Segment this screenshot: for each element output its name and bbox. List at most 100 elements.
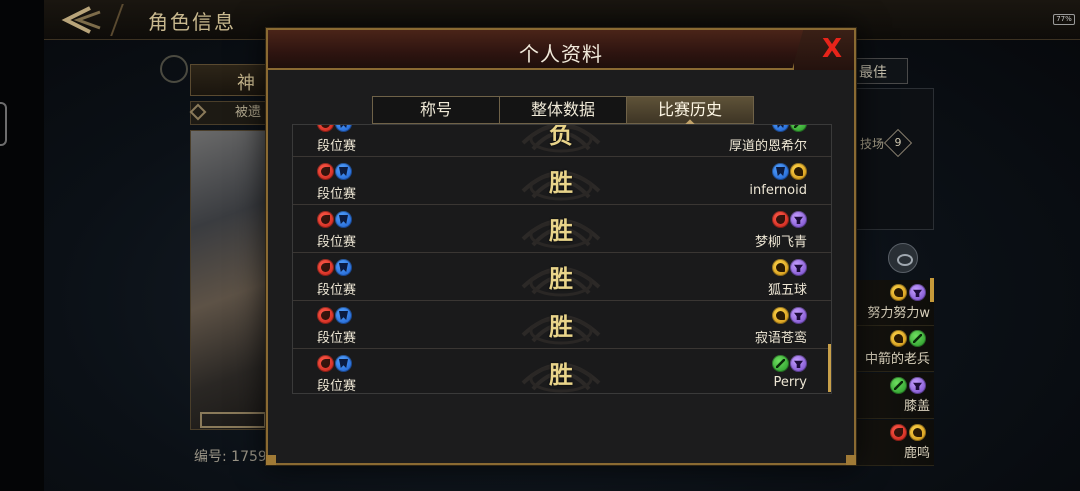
match-row[interactable]: 段位赛 胜 Perry [293,349,831,394]
blue-class-icon [335,355,352,372]
close-button[interactable]: X [792,30,854,70]
red-class-icon [317,307,334,324]
opponent-name: 狐五球 [767,283,807,298]
player-class-icons [317,125,352,132]
opponent-class-icons [772,355,807,372]
blue-class-icon [772,163,789,180]
eye-icon[interactable] [888,243,918,273]
arena-rank: 9 [894,136,902,149]
arena-label: 技场 [860,137,885,151]
blue-class-icon [335,259,352,276]
match-result: 胜 [549,360,573,389]
player-class-icons [317,163,352,180]
match-history-list[interactable]: 段位赛 负 厚道的恩希尔 段位赛 胜 infernoid 段位赛 胜 梦柳飞青 … [292,124,832,394]
friend-name: 努力努力w [867,306,930,321]
scrollbar[interactable] [828,344,831,392]
tab-title[interactable]: 称号 [373,97,500,123]
battery-indicator: 77% [1053,14,1075,25]
tab-match-history[interactable]: 比赛历史 [627,97,753,123]
green-class-icon [909,330,926,347]
blue-class-icon [335,125,352,132]
blue-class-icon [335,211,352,228]
friend-list-item[interactable]: 中箭的老兵 [856,326,934,372]
opponent-name: Perry [773,375,807,390]
match-mode: 段位赛 [317,187,357,202]
match-mode: 段位赛 [317,139,357,154]
modal-title: 个人资料 [519,42,603,66]
player-class-icons [317,355,352,372]
bg-best-tab[interactable]: 最佳 [856,58,908,84]
match-result: 胜 [549,312,573,341]
match-mode: 段位赛 [317,283,357,298]
gold-class-icon [909,424,926,441]
opponent-class-icons [772,125,807,132]
gold-class-icon [772,259,789,276]
friend-class-icons [890,284,926,301]
match-row[interactable]: 段位赛 胜 寂语苍鸾 [293,301,831,349]
gold-class-icon [790,163,807,180]
red-class-icon [772,211,789,228]
red-class-icon [890,424,907,441]
purple-class-icon [790,355,807,372]
opponent-name: 梦柳飞青 [754,235,807,250]
purple-class-icon [790,259,807,276]
screen-edge [0,0,44,491]
opponent-name: 厚道的恩希尔 [728,139,807,154]
bg-best-label: 最佳 [859,65,887,81]
match-result: 负 [549,124,573,149]
friend-list-accent [930,278,934,302]
friend-class-icons [890,377,926,394]
friend-name: 鹿鸣 [903,446,930,461]
friend-list-item[interactable]: 膝盖 [856,373,934,419]
modal-header: 个人资料 X [268,30,854,70]
side-handle[interactable] [0,102,7,146]
page-title: 角色信息 [148,10,236,34]
blue-class-icon [335,307,352,324]
player-class-icons [317,211,352,228]
match-row[interactable]: 段位赛 胜 狐五球 [293,253,831,301]
corner-ornament [846,455,856,465]
match-row[interactable]: 段位赛 胜 infernoid [293,157,831,205]
opponent-name: infernoid [749,183,807,198]
green-class-icon [772,355,789,372]
bg-emblem [160,55,188,83]
blue-class-icon [772,125,789,132]
red-class-icon [317,125,334,132]
match-row[interactable]: 段位赛 负 厚道的恩希尔 [293,124,831,157]
player-class-icons [317,307,352,324]
friend-list-item[interactable]: 努力努力w [856,280,934,326]
match-result: 胜 [549,264,573,293]
friend-list-item[interactable]: 鹿鸣 [856,420,934,466]
opponent-class-icons [772,259,807,276]
gold-class-icon [890,330,907,347]
bg-tab-god[interactable]: 神 [190,64,270,96]
purple-class-icon [909,284,926,301]
blue-class-icon [335,163,352,180]
match-mode: 段位赛 [317,235,357,250]
red-class-icon [317,211,334,228]
character-art [190,130,270,430]
purple-class-icon [909,377,926,394]
profile-modal: 个人资料 X 称号 整体数据 比赛历史 段位赛 负 厚道的恩希尔 段位赛 胜 i… [266,28,856,465]
friend-name: 膝盖 [903,399,930,414]
opponent-class-icons [772,307,807,324]
back-arrow-icon [61,6,101,34]
friend-class-icons [890,330,926,347]
friend-name: 中箭的老兵 [864,352,930,367]
player-class-icons [317,259,352,276]
opponent-class-icons [772,163,807,180]
green-class-icon [890,377,907,394]
purple-class-icon [790,307,807,324]
profile-tabs: 称号 整体数据 比赛历史 [372,96,754,124]
back-button[interactable] [50,2,110,38]
gold-class-icon [890,284,907,301]
red-class-icon [317,259,334,276]
match-result: 胜 [549,216,573,245]
red-class-icon [317,355,334,372]
tab-overall-stats[interactable]: 整体数据 [500,97,627,123]
match-mode: 段位赛 [317,379,357,394]
bg-stats-panel [856,88,934,230]
match-row[interactable]: 段位赛 胜 梦柳飞青 [293,205,831,253]
gold-class-icon [772,307,789,324]
close-icon: X [822,34,843,64]
